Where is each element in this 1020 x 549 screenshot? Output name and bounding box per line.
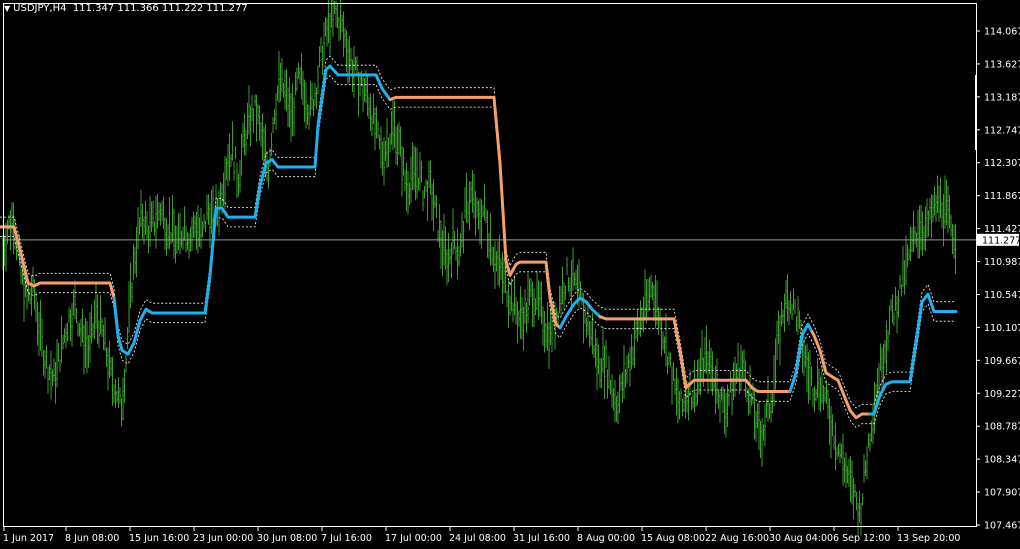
x-tick-label: 8 Jun 08:00 (65, 533, 119, 544)
x-tick-label: 7 Jul 16:00 (321, 533, 372, 544)
y-tick-label: 112.307 (984, 158, 1020, 169)
price-chart: 114.067 113.627 113.187 112.747 112.307 111.8… (0, 0, 1020, 549)
x-tick-label: 15 Aug 08:00 (641, 533, 705, 544)
x-tick-label: 30 Aug 04:00 (769, 533, 833, 544)
x-tick-label: 23 Jun 00:00 (193, 533, 253, 544)
chart-header: ▼ USDJPY,H4 111.347 111.366 111.222 111.2… (4, 3, 248, 14)
x-tick-label: 8 Aug 00:00 (577, 533, 635, 544)
current-price-marker: 111.277 (977, 233, 1020, 246)
x-tick-label: 1 Jun 2017 (3, 533, 54, 544)
y-tick-label: 109.667 (984, 356, 1020, 367)
x-tick-label: 17 Jul 00:00 (385, 533, 442, 544)
dropdown-triangle-icon[interactable]: ▼ (4, 4, 10, 13)
ohlc-values: 111.347 111.366 111.222 111.277 (72, 3, 248, 14)
x-tick-label: 22 Aug 16:00 (705, 533, 769, 544)
y-tick-label: 111.427 (984, 224, 1020, 235)
x-tick-label: 15 Jun 16:00 (129, 533, 189, 544)
y-tick-label: 108.347 (984, 455, 1020, 466)
x-tick-label: 13 Sep 20:00 (897, 533, 960, 544)
y-tick-label: 110.547 (984, 290, 1020, 301)
y-tick-label: 108.787 (984, 422, 1020, 433)
y-tick-label: 110.107 (984, 323, 1020, 334)
x-tick-label: 31 Jul 16:00 (513, 533, 570, 544)
y-tick-label: 113.627 (984, 59, 1020, 70)
y-tick-label: 107.907 (984, 488, 1020, 499)
y-tick-label: 113.187 (984, 92, 1020, 103)
y-tick-label: 111.867 (984, 191, 1020, 202)
y-tick-label: 112.747 (984, 125, 1020, 136)
axis-scroll-marker[interactable] (975, 75, 977, 150)
y-tick-label: 107.467 (984, 521, 1020, 532)
y-tick-label: 110.987 (984, 257, 1020, 268)
current-price-label: 111.277 (982, 235, 1020, 246)
y-tick-label: 114.067 (984, 27, 1020, 38)
y-tick-label: 109.227 (984, 389, 1020, 400)
symbol-label: USDJPY,H4 (13, 3, 67, 14)
x-tick-label: 30 Jun 08:00 (257, 533, 317, 544)
x-tick-label: 6 Sep 12:00 (833, 533, 890, 544)
x-tick-label: 24 Jul 08:00 (449, 533, 506, 544)
